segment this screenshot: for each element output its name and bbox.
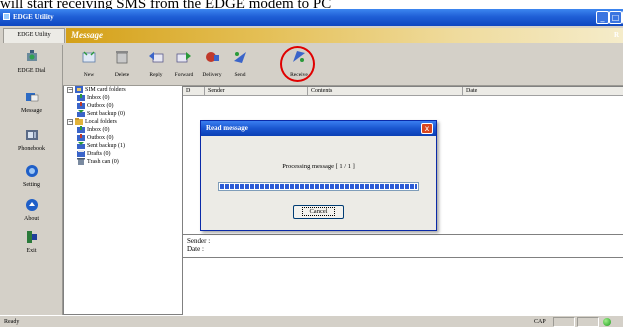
- maximize-button[interactable]: □: [609, 11, 622, 24]
- tab-row: EDGE Utility Message R: [0, 26, 623, 45]
- cancel-button-label: Cancel: [302, 207, 335, 216]
- caps-indicator: CAP: [534, 319, 546, 325]
- sidebar-label-phonebook: Phonebook: [18, 146, 45, 152]
- title-bar: EDGE Utility _ □ x: [0, 9, 623, 26]
- tree-item-label: Inbox (0): [87, 95, 110, 101]
- detail-divider: [183, 257, 623, 258]
- send-icon: [234, 52, 246, 63]
- new-message-icon: [82, 51, 96, 63]
- tab-message-label: Message: [71, 30, 103, 40]
- dial-icon: [27, 50, 37, 61]
- outbox-icon: [77, 102, 85, 109]
- send-button[interactable]: Send: [227, 48, 253, 84]
- folder-tree: − SIM card folders Inbox (0) Outbox (0) …: [63, 86, 183, 315]
- tree-item-label: Outbox (0): [87, 103, 114, 109]
- inbox-icon: [77, 94, 85, 101]
- sidebar-label-exit: Exit: [26, 248, 37, 254]
- delivery-button[interactable]: Delivery: [199, 48, 225, 84]
- column-header-d[interactable]: D: [183, 87, 205, 96]
- receive-highlight-circle: [280, 46, 315, 82]
- status-panel: [553, 317, 575, 327]
- sidebar: EDGE Dial Message Phonebook Setting Abou…: [0, 45, 63, 315]
- new-label: New: [83, 72, 95, 78]
- tree-item-label: Sent backup (0): [87, 111, 125, 117]
- dialog-title: Read message: [206, 124, 248, 132]
- sidebar-item-exit[interactable]: Exit: [0, 229, 63, 261]
- message-detail-pane: Sender : Date :: [183, 234, 623, 315]
- tree-item-label: Trash can (0): [87, 159, 119, 165]
- sent-backup-icon: [77, 110, 85, 117]
- tree-local-folder-label: Local folders: [85, 119, 117, 125]
- sidebar-label-edge-dial: EDGE Dial: [17, 68, 46, 74]
- toolbar: New Delete Reply Forward Delivery Send R…: [63, 45, 623, 86]
- tree-item-label: Outbox (0): [87, 135, 114, 141]
- column-header-contents[interactable]: Contents: [308, 87, 463, 96]
- new-button[interactable]: New: [76, 48, 102, 84]
- column-header-sender[interactable]: Sender: [205, 87, 308, 96]
- read-message-dialog: Read message x Processing message [ 1 / …: [200, 120, 437, 231]
- edge-utility-window: EDGE Utility _ □ x EDGE Utility Message …: [0, 9, 623, 327]
- sidebar-item-edge-dial[interactable]: EDGE Dial: [0, 49, 63, 81]
- delete-label: Delete: [114, 72, 130, 78]
- status-panel: [577, 317, 599, 327]
- sidebar-label-about: About: [24, 216, 39, 222]
- date-label: Date :: [187, 245, 204, 253]
- local-folder-icon: [75, 118, 83, 125]
- about-icon: [26, 199, 38, 211]
- drafts-icon: [77, 150, 85, 157]
- reply-button[interactable]: Reply: [143, 48, 169, 84]
- column-header-date[interactable]: Date: [463, 87, 623, 96]
- minimize-button[interactable]: _: [596, 11, 609, 24]
- progress-bar: [218, 182, 419, 191]
- sent-backup-icon: [77, 142, 85, 149]
- setting-icon: [26, 165, 38, 177]
- sidebar-label-message: Message: [21, 108, 42, 114]
- sim-card-icon: [75, 86, 83, 93]
- forward-button[interactable]: Forward: [171, 48, 197, 84]
- outbox-icon: [77, 134, 85, 141]
- dialog-title-bar: Read message: [201, 121, 436, 136]
- connection-status-icon: [603, 318, 611, 326]
- status-bar: Ready CAP: [0, 315, 623, 327]
- dialog-close-button[interactable]: x: [421, 123, 433, 134]
- tab-corner-letter: R: [614, 31, 620, 39]
- window-title: EDGE Utility: [13, 13, 54, 21]
- sender-label: Sender :: [187, 237, 211, 245]
- tab-message[interactable]: Message R: [66, 28, 623, 43]
- tree-item-label: Sent backup (1): [87, 143, 125, 149]
- sidebar-item-setting[interactable]: Setting: [0, 163, 63, 195]
- tree-item-label: Inbox (0): [87, 127, 110, 133]
- tree-collapse-toggle[interactable]: −: [67, 87, 73, 93]
- inbox-icon: [77, 126, 85, 133]
- sidebar-item-about[interactable]: About: [0, 197, 63, 229]
- tab-edge-utility[interactable]: EDGE Utility: [3, 28, 65, 43]
- status-text: Ready: [4, 319, 20, 325]
- forward-icon: [176, 52, 191, 63]
- message-icon: [26, 93, 39, 102]
- send-label: Send: [234, 72, 246, 78]
- tree-item-label: Drafts (0): [87, 151, 111, 157]
- phonebook-icon: [26, 130, 38, 140]
- trash-can-icon: [77, 158, 85, 165]
- dialog-message: Processing message [ 1 / 1 ]: [282, 163, 355, 170]
- delivery-icon: [206, 52, 219, 62]
- progress-fill: [220, 184, 417, 189]
- sidebar-label-setting: Setting: [22, 182, 40, 188]
- tree-sim-folder-label: SIM card folders: [85, 87, 126, 93]
- delete-button[interactable]: Delete: [109, 48, 135, 84]
- delete-icon: [116, 51, 128, 64]
- exit-icon: [27, 231, 37, 243]
- message-list-header: D Sender Contents Date: [183, 87, 623, 96]
- sidebar-item-message[interactable]: Message: [0, 89, 63, 121]
- app-icon: [3, 13, 10, 20]
- sidebar-item-phonebook[interactable]: Phonebook: [0, 127, 63, 159]
- reply-icon: [149, 52, 164, 63]
- tree-collapse-toggle[interactable]: −: [67, 119, 73, 125]
- cancel-button[interactable]: Cancel: [293, 205, 344, 219]
